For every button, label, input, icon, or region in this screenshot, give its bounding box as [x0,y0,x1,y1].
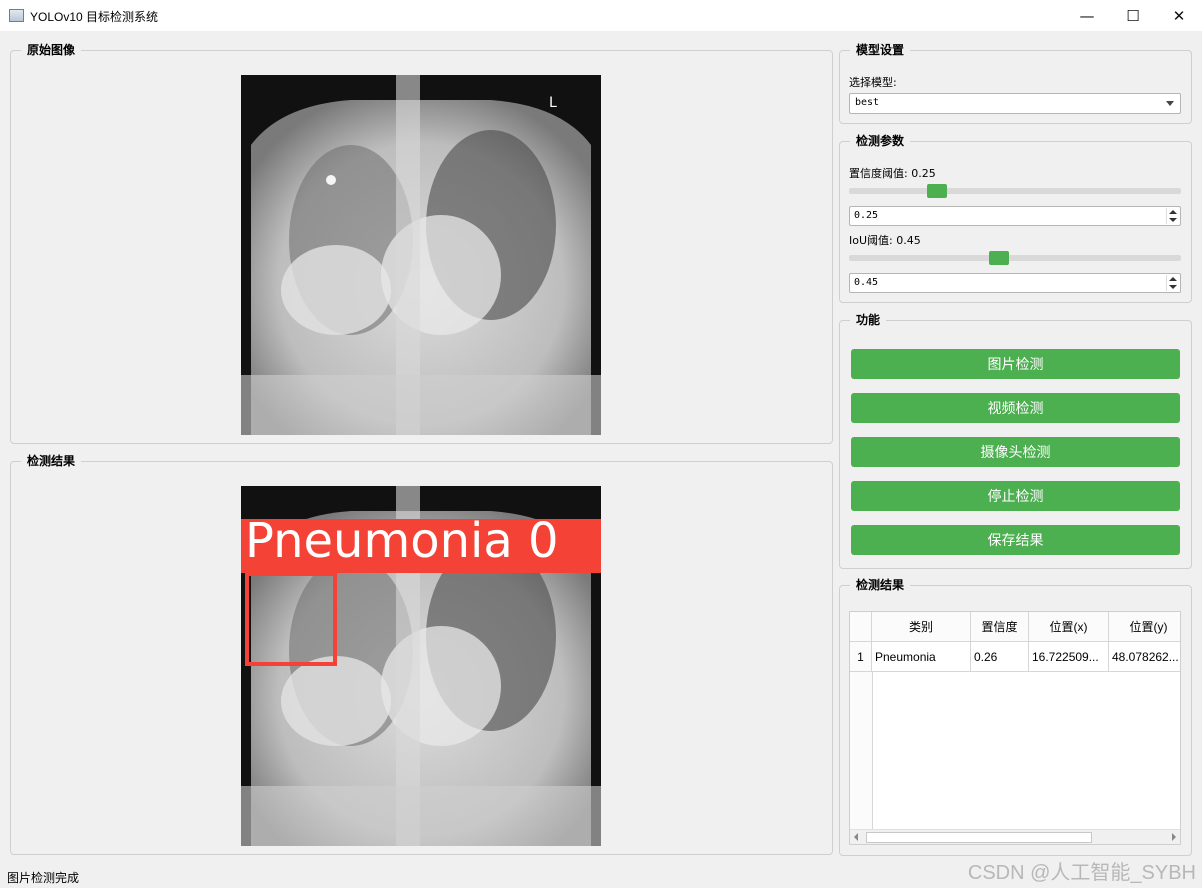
title-bar: YOLOv10 目标检测系统 — ☐ ✕ [0,0,1202,31]
iou-spinbox-value: 0.45 [854,277,879,288]
iou-slider-handle[interactable] [989,251,1010,265]
stop-detect-button[interactable]: 停止检测 [851,481,1180,511]
minimize-button[interactable]: — [1064,0,1110,31]
status-bar: 图片检测完成 [7,871,80,885]
result-image: Pneumonia 0 [241,486,601,846]
table-header-class[interactable]: 类别 [872,612,971,642]
results-table[interactable]: 类别 置信度 位置(x) 位置(y) 1 Pneumonia 0.26 16.7… [849,611,1181,845]
result-image-title: 检测结果 [21,453,82,469]
detection-label-text: Pneumonia 0 [245,513,559,569]
table-corner[interactable] [850,612,872,642]
window-title: YOLOv10 目标检测系统 [30,10,159,24]
model-select-label: 选择模型: [849,76,897,89]
scroll-left-icon[interactable] [854,833,858,841]
table-row-number[interactable]: 1 [850,642,872,672]
table-cell-y[interactable]: 48.078262... [1109,642,1180,672]
model-settings-title: 模型设置 [850,42,911,58]
table-header-y[interactable]: 位置(y) [1109,612,1180,642]
confidence-label: 置信度阈值: 0.25 [849,167,936,180]
model-select[interactable]: best [849,93,1181,114]
image-detect-button[interactable]: 图片检测 [851,349,1180,379]
decrement-icon[interactable] [1169,218,1177,222]
iou-slider[interactable] [849,255,1181,261]
camera-detect-button[interactable]: 摄像头检测 [851,437,1180,467]
decrement-icon[interactable] [1169,285,1177,289]
spinbox-arrows[interactable] [1166,275,1179,291]
detection-label: Pneumonia 0 [241,513,601,573]
scrollbar-thumb[interactable] [866,832,1092,843]
confidence-spinbox[interactable]: 0.25 [849,206,1181,226]
increment-icon[interactable] [1169,277,1177,281]
chevron-down-icon [1166,101,1174,106]
video-detect-button[interactable]: 视频检测 [851,393,1180,423]
watermark: CSDN @人工智能_SYBH [967,862,1196,884]
table-header-confidence[interactable]: 置信度 [971,612,1029,642]
spinbox-arrows[interactable] [1166,208,1179,224]
model-select-value: best [855,97,880,108]
close-button[interactable]: ✕ [1156,0,1202,31]
horizontal-scrollbar[interactable] [850,829,1180,844]
original-image-title: 原始图像 [21,42,82,58]
table-cell-confidence[interactable]: 0.26 [971,642,1029,672]
confidence-slider-handle[interactable] [927,184,947,198]
app-icon [9,9,24,22]
svg-text:L: L [549,95,557,111]
confidence-spinbox-value: 0.25 [854,210,879,221]
table-cell-x[interactable]: 16.722509... [1029,642,1109,672]
save-results-button[interactable]: 保存结果 [851,525,1180,555]
iou-spinbox[interactable]: 0.45 [849,273,1181,293]
row-header-column [850,672,873,832]
results-title: 检测结果 [850,577,911,593]
scroll-right-icon[interactable] [1172,833,1176,841]
functions-title: 功能 [850,312,887,328]
original-image: L [241,75,601,435]
increment-icon[interactable] [1169,210,1177,214]
table-cell-class[interactable]: Pneumonia [872,642,971,672]
detection-box [245,572,337,666]
confidence-slider[interactable] [849,188,1181,194]
detection-params-title: 检测参数 [850,133,911,149]
iou-label: IoU阈值: 0.45 [849,234,921,247]
maximize-button[interactable]: ☐ [1110,0,1156,31]
table-header-x[interactable]: 位置(x) [1029,612,1109,642]
